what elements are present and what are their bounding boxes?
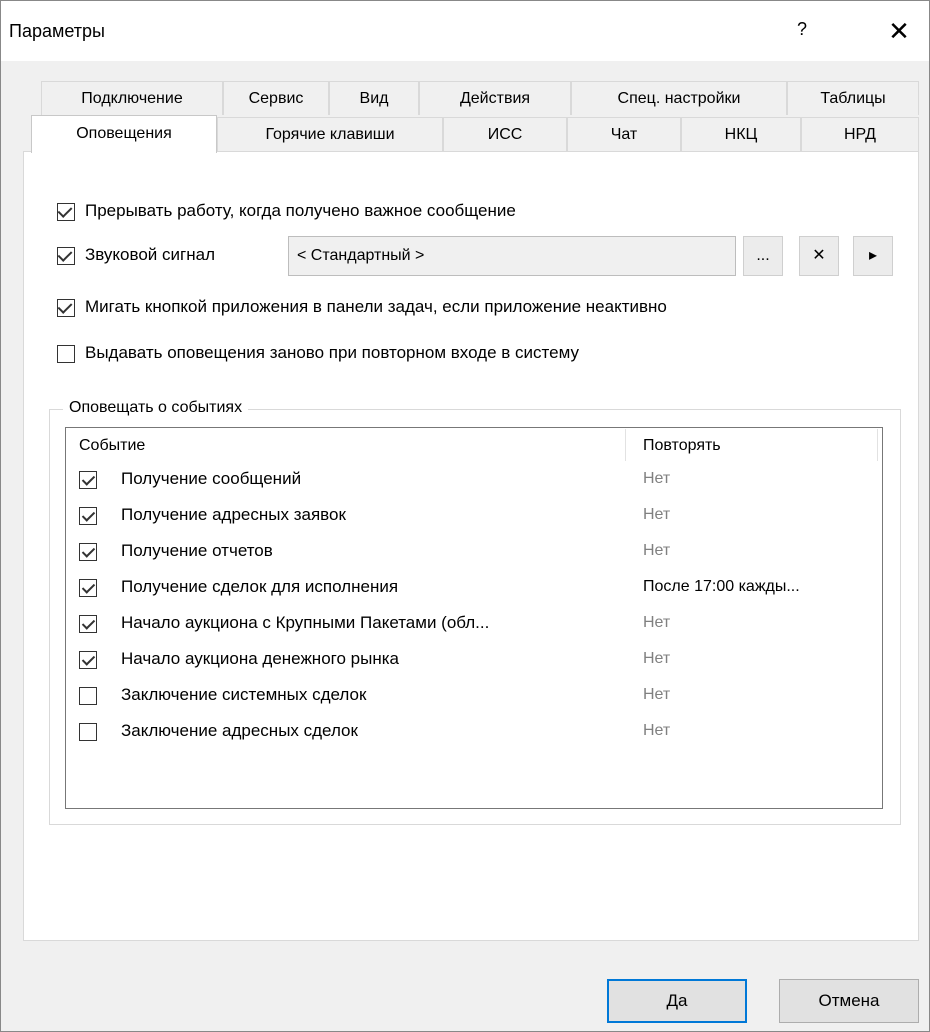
sound-select-field[interactable]: < Стандартный > bbox=[288, 236, 736, 276]
events-group-title: Оповещать о событиях bbox=[63, 399, 249, 417]
event-name: Получение адресных заявок bbox=[121, 505, 346, 524]
column-separator[interactable] bbox=[625, 429, 626, 461]
title-bar: Параметры ? ✕ bbox=[1, 1, 929, 61]
browse-sound-button[interactable]: ... bbox=[743, 236, 783, 276]
tab-iss[interactable]: ИСС bbox=[443, 117, 567, 151]
tab-notifications[interactable]: Оповещения bbox=[31, 115, 217, 153]
help-button[interactable]: ? bbox=[791, 19, 813, 43]
column-separator-end bbox=[877, 429, 878, 461]
play-sound-button[interactable]: ▸ bbox=[853, 236, 893, 276]
event-checkbox[interactable] bbox=[79, 723, 97, 741]
event-checkbox[interactable] bbox=[79, 507, 97, 525]
column-header-repeat[interactable]: Повторять bbox=[643, 437, 721, 455]
tab-hotkeys[interactable]: Горячие клавиши bbox=[217, 117, 443, 151]
event-name: Получение сообщений bbox=[121, 469, 302, 488]
flash-label: Мигать кнопкой приложения в панели задач… bbox=[85, 297, 667, 316]
cancel-button[interactable]: Отмена bbox=[779, 979, 919, 1023]
tab-actions[interactable]: Действия bbox=[419, 81, 571, 115]
event-repeat[interactable]: Нет bbox=[643, 542, 670, 560]
tab-chat[interactable]: Чат bbox=[567, 117, 681, 151]
window-title: Параметры bbox=[9, 21, 105, 41]
event-checkbox[interactable] bbox=[79, 471, 97, 489]
event-name: Начало аукциона с Крупными Пакетами (обл… bbox=[121, 613, 490, 632]
event-repeat[interactable]: Нет bbox=[643, 686, 670, 704]
event-repeat[interactable]: Нет bbox=[643, 722, 670, 740]
interrupt-checkbox[interactable] bbox=[57, 203, 75, 221]
tab-nrd[interactable]: НРД bbox=[801, 117, 919, 151]
event-checkbox[interactable] bbox=[79, 579, 97, 597]
tab-special-settings[interactable]: Спец. настройки bbox=[571, 81, 787, 115]
tab-nkc[interactable]: НКЦ bbox=[681, 117, 801, 151]
event-repeat[interactable]: Нет bbox=[643, 506, 670, 524]
event-repeat[interactable]: После 17:00 кажды... bbox=[643, 578, 800, 596]
renotify-checkbox[interactable] bbox=[57, 345, 75, 363]
flash-checkbox[interactable] bbox=[57, 299, 75, 317]
tab-view[interactable]: Вид bbox=[329, 81, 419, 115]
event-name: Заключение системных сделок bbox=[121, 685, 367, 704]
options-dialog: Параметры ? ✕ Подключение Сервис Вид Дей… bbox=[0, 0, 930, 1032]
event-name: Получение сделок для исполнения bbox=[121, 577, 399, 596]
event-repeat[interactable]: Нет bbox=[643, 650, 670, 668]
tab-service[interactable]: Сервис bbox=[223, 81, 329, 115]
clear-sound-button[interactable]: ✕ bbox=[799, 236, 839, 276]
column-header-event[interactable]: Событие bbox=[79, 437, 145, 455]
ok-button[interactable]: Да bbox=[607, 979, 747, 1023]
tab-connection[interactable]: Подключение bbox=[41, 81, 223, 115]
close-icon[interactable]: ✕ bbox=[881, 13, 917, 49]
tab-tables[interactable]: Таблицы bbox=[787, 81, 919, 115]
event-checkbox[interactable] bbox=[79, 615, 97, 633]
event-name: Заключение адресных сделок bbox=[121, 721, 358, 740]
sound-checkbox[interactable] bbox=[57, 247, 75, 265]
event-checkbox[interactable] bbox=[79, 651, 97, 669]
sound-label: Звуковой сигнал bbox=[85, 245, 215, 264]
interrupt-label: Прерывать работу, когда получено важное … bbox=[85, 201, 516, 220]
event-repeat[interactable]: Нет bbox=[643, 470, 670, 488]
event-repeat[interactable]: Нет bbox=[643, 614, 670, 632]
event-checkbox[interactable] bbox=[79, 687, 97, 705]
event-name: Начало аукциона денежного рынка bbox=[121, 649, 399, 668]
renotify-label: Выдавать оповещения заново при повторном… bbox=[85, 343, 579, 362]
event-name: Получение отчетов bbox=[121, 541, 273, 560]
event-checkbox[interactable] bbox=[79, 543, 97, 561]
